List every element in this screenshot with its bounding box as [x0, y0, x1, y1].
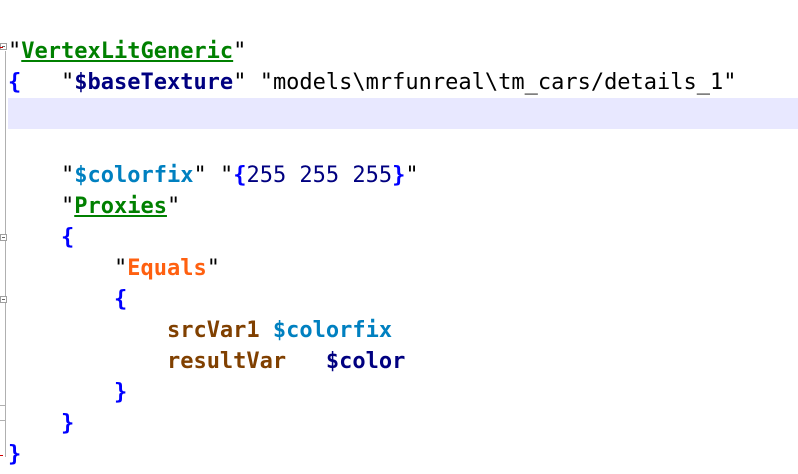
fold-marker-icon: [0, 47, 3, 48]
code-line-2[interactable]: {: [8, 36, 798, 95]
open-brace: {: [233, 163, 247, 188]
proxies-key: Proxies: [74, 194, 167, 219]
code-line-15[interactable]: }: [8, 439, 798, 470]
src-var-value: $colorfix: [272, 318, 393, 343]
colorfix-key: $colorfix: [74, 163, 194, 188]
code-line-12[interactable]: resultVar $color: [8, 346, 798, 377]
code-line-6[interactable]: "$colorfix" "{255 255 255}": [8, 160, 798, 191]
open-brace: {: [113, 287, 128, 312]
quote-char: ": [60, 70, 75, 95]
quote-char: ": [60, 163, 75, 188]
proxy-name: Equals: [127, 256, 207, 281]
quote-char: ": [723, 70, 737, 95]
fold-end-marker: [0, 420, 6, 421]
close-brace: }: [113, 380, 128, 405]
result-var-value: $color: [325, 349, 406, 374]
code-line-9[interactable]: "Equals": [8, 253, 798, 284]
code-line-13[interactable]: }: [8, 377, 798, 408]
close-brace: }: [8, 442, 22, 467]
src-var-key: srcVar1: [166, 318, 260, 343]
code-line-1[interactable]: "VertexLitGeneric": [8, 5, 798, 64]
open-brace: {: [60, 225, 75, 250]
fold-end-marker: [0, 405, 6, 406]
quote-char: ": [166, 194, 181, 219]
code-line-8[interactable]: {: [8, 222, 798, 253]
code-line-4-current[interactable]: [8, 98, 798, 129]
base-texture-value: models\mrfunreal\tm_cars/details_1: [272, 70, 724, 95]
code-line-11[interactable]: srcVar1 $colorfix: [8, 315, 798, 346]
editor-gutter: [0, 0, 8, 474]
code-line-14[interactable]: }: [8, 408, 798, 439]
base-texture-key: $baseTexture: [74, 70, 234, 95]
fold-toggle-icon[interactable]: [0, 296, 7, 303]
fold-toggle-icon[interactable]: [0, 234, 7, 241]
fold-guide-line: [5, 51, 6, 457]
code-line-3[interactable]: "$baseTexture" "models\mrfunreal\tm_cars…: [8, 67, 798, 98]
quote-char: ": [60, 194, 75, 219]
code-line-10[interactable]: {: [8, 284, 798, 315]
colorfix-value: 255 255 255: [246, 163, 393, 188]
quote-char: ": [233, 70, 247, 95]
fold-marker-icon: [0, 455, 3, 456]
quote-char: ": [206, 256, 220, 281]
result-var-key: resultVar: [166, 349, 287, 374]
quote-char: ": [405, 163, 419, 188]
code-line-5[interactable]: [8, 129, 798, 160]
quote-char: ": [219, 163, 234, 188]
quote-char: ": [193, 163, 207, 188]
close-brace: }: [392, 163, 406, 188]
quote-char: ": [259, 70, 273, 95]
quote-char: ": [113, 256, 128, 281]
code-line-7[interactable]: "Proxies": [8, 191, 798, 222]
close-brace: }: [60, 411, 75, 436]
